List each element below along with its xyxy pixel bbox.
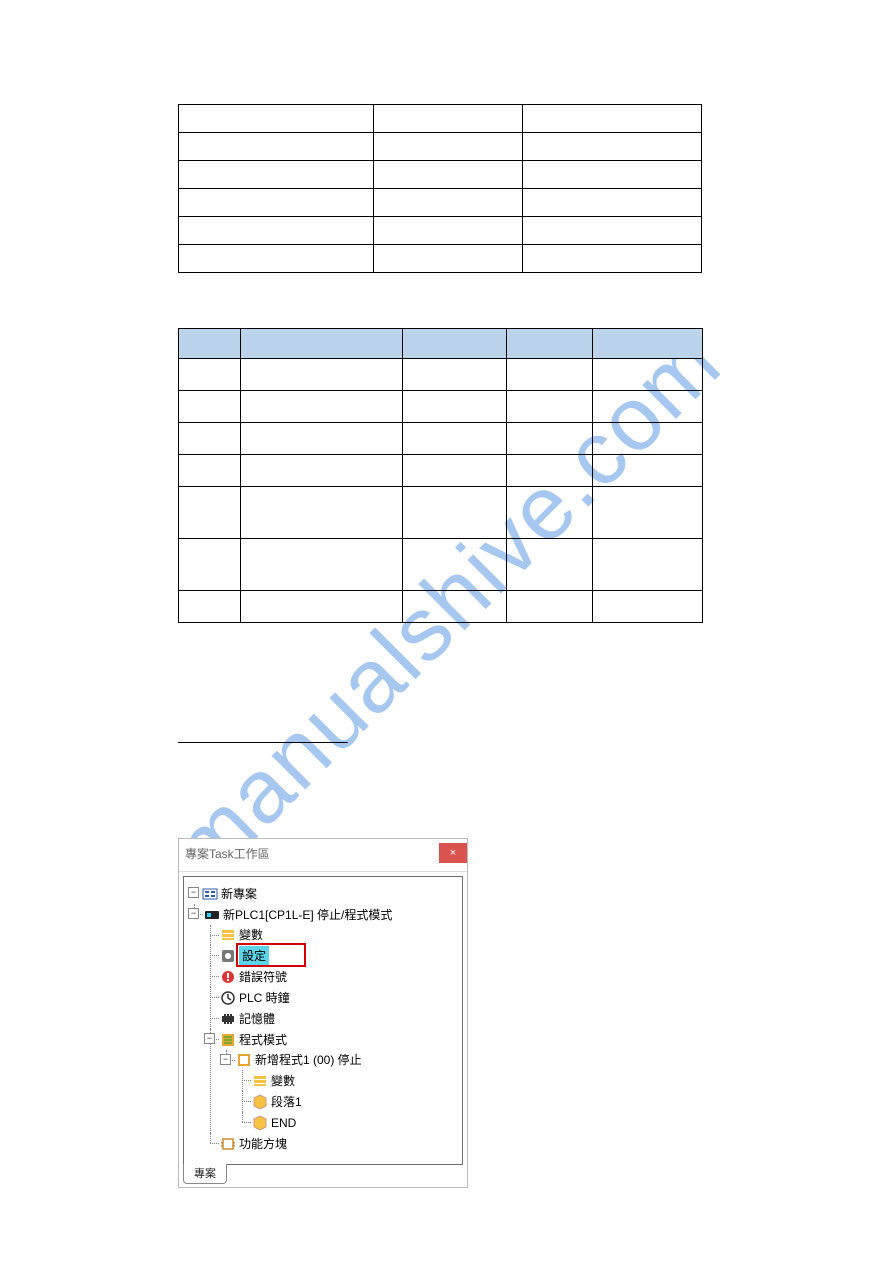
program-icon (220, 1032, 236, 1048)
table-row (179, 487, 703, 539)
expander-icon[interactable]: − (204, 1033, 215, 1044)
tree-area: − 新專案 − (183, 876, 463, 1165)
table-row (179, 161, 702, 189)
tree-end-label[interactable]: END (271, 1113, 296, 1133)
tree-plc-label[interactable]: 新PLC1[CP1L-E] 停止/程式模式 (223, 905, 392, 925)
panel-header: 專案Task工作區 × (179, 839, 467, 872)
panel-title: 專案Task工作區 (185, 845, 270, 862)
tree-new-program-label[interactable]: 新增程式1 (00) 停止 (255, 1050, 362, 1070)
table-2 (178, 328, 703, 623)
table-row (179, 133, 702, 161)
tree-section1-label[interactable]: 段落1 (271, 1092, 302, 1112)
table-header-row (179, 329, 703, 359)
tree-root-label[interactable]: 新專案 (221, 884, 257, 904)
tree-clock-label[interactable]: PLC 時鐘 (239, 988, 290, 1008)
tree-variables2-label[interactable]: 變數 (271, 1071, 295, 1091)
table-row (179, 217, 702, 245)
table-row (179, 591, 703, 623)
table-row (179, 245, 702, 273)
tree-variables-label[interactable]: 變數 (239, 925, 263, 945)
plc-icon (204, 907, 220, 923)
variables-icon (220, 927, 236, 943)
table-row (179, 539, 703, 591)
function-block-icon (220, 1136, 236, 1152)
table-row (179, 391, 703, 423)
tree-program-mode-label[interactable]: 程式模式 (239, 1030, 287, 1050)
project-task-panel: 專案Task工作區 × − 新專案 (178, 838, 468, 1188)
panel-close-button[interactable]: × (439, 843, 467, 863)
clock-icon (220, 990, 236, 1006)
variables-icon (252, 1073, 268, 1089)
expander-icon[interactable]: − (188, 908, 199, 919)
tree-memory-label[interactable]: 記憶體 (239, 1009, 275, 1029)
project-icon (202, 886, 218, 902)
expander-icon[interactable]: − (188, 887, 199, 898)
tree-settings-label[interactable]: 設定 (239, 946, 269, 966)
memory-icon (220, 1011, 236, 1027)
section-icon (252, 1094, 268, 1110)
panel-tabs: 專案 (179, 1165, 467, 1187)
table-row (179, 189, 702, 217)
expander-icon[interactable]: − (220, 1054, 231, 1065)
table-row (179, 423, 703, 455)
tree-function-block-label[interactable]: 功能方塊 (239, 1134, 287, 1154)
settings-icon (220, 948, 236, 964)
underline (178, 742, 348, 743)
table-row (179, 105, 702, 133)
table-1 (178, 104, 702, 273)
table-row (179, 455, 703, 487)
error-icon (220, 969, 236, 985)
tree-error-label[interactable]: 錯誤符號 (239, 967, 287, 987)
table-row (179, 359, 703, 391)
end-icon (252, 1115, 268, 1131)
tab-project[interactable]: 專案 (183, 1164, 227, 1184)
project-tree[interactable]: − 新專案 − (188, 883, 458, 1154)
new-program-icon (236, 1052, 252, 1068)
